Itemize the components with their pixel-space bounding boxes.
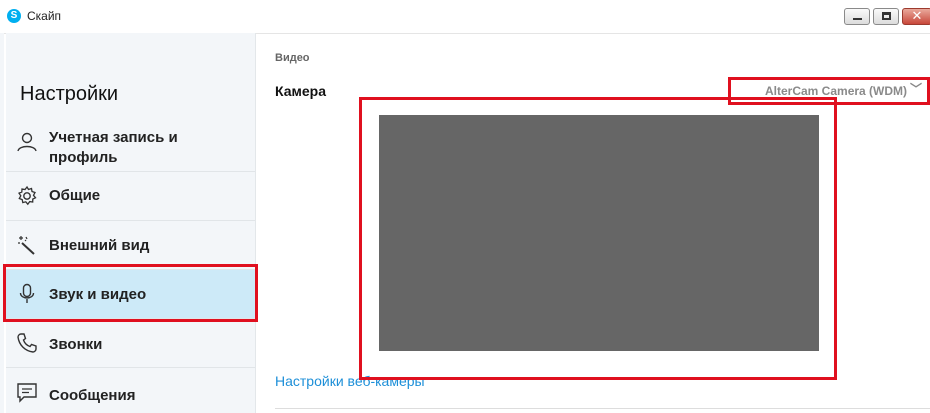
sidebar-item-messages[interactable]: Сообщения [6, 367, 255, 413]
sidebar-item-account[interactable]: Учетная запись и профиль [6, 116, 255, 171]
skype-logo-icon: S [7, 9, 21, 23]
sidebar-heading: Настройки [20, 83, 119, 105]
sidebar-item-appearance[interactable]: Внешний вид [6, 220, 255, 269]
title-bar: S Скайп ✕ [0, 0, 930, 34]
sidebar-item-label: профиль [49, 149, 118, 166]
message-icon [17, 383, 37, 403]
close-icon: ✕ [911, 8, 923, 23]
highlight-box-preview [359, 97, 837, 380]
sidebar-item-label: Учетная запись и [49, 129, 178, 146]
magic-wand-icon [18, 236, 35, 255]
highlight-box-sidebar [3, 264, 258, 322]
sidebar-item-label: Общие [49, 187, 101, 204]
minimize-icon [853, 18, 862, 20]
sidebar-item-calls[interactable]: Звонки [6, 318, 255, 367]
window-title: Скайп [27, 9, 62, 23]
gear-icon [18, 185, 37, 206]
person-icon [17, 132, 37, 152]
maximize-button[interactable] [873, 8, 899, 25]
highlight-box-camera-select [728, 77, 930, 105]
window-left-edge [0, 33, 4, 413]
divider [275, 408, 930, 409]
sidebar-item-label: Звонки [49, 336, 103, 353]
close-button[interactable]: ✕ [902, 8, 930, 25]
sidebar-item-label: Сообщения [49, 387, 136, 404]
camera-label: Камера [275, 83, 326, 99]
minimize-button[interactable] [844, 8, 870, 25]
maximize-icon [882, 12, 891, 20]
section-title-video: Видео [275, 52, 310, 64]
sidebar-item-label: Внешний вид [49, 237, 150, 254]
settings-sidebar: Настройки Учетная запись и профиль Общие… [6, 33, 256, 413]
phone-icon [17, 333, 37, 353]
sidebar-item-general[interactable]: Общие [6, 171, 255, 220]
